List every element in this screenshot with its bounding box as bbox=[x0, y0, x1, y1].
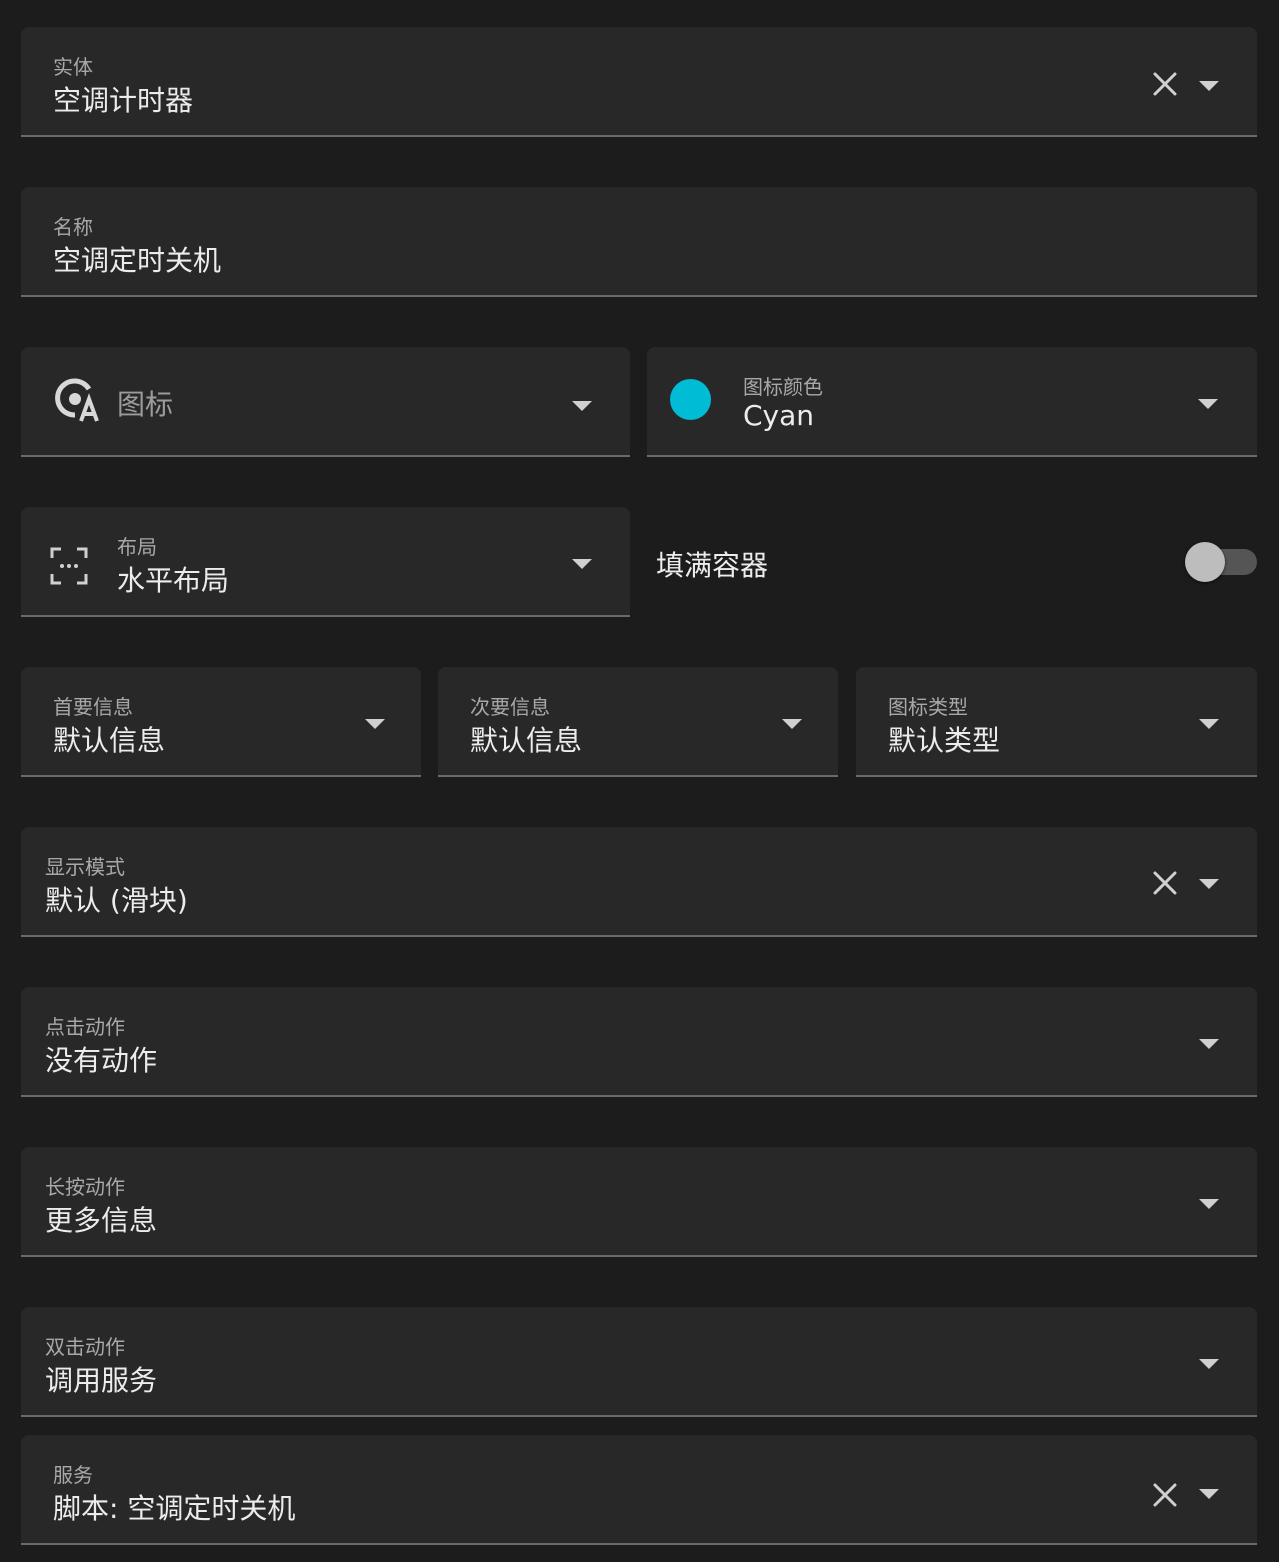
icon-color-value: Cyan bbox=[743, 399, 815, 432]
icon-type-label: 图标类型 bbox=[888, 695, 968, 719]
clear-icon[interactable] bbox=[1152, 71, 1178, 97]
display-mode-value: 默认 (滑块) bbox=[45, 884, 188, 917]
primary-info-picker[interactable]: 首要信息 默认信息 bbox=[21, 667, 421, 777]
chevron-down-icon[interactable] bbox=[1199, 81, 1219, 91]
chevron-down-icon[interactable] bbox=[1198, 399, 1218, 409]
primary-info-value: 默认信息 bbox=[53, 724, 166, 757]
tap-action-label: 点击动作 bbox=[45, 1015, 125, 1039]
entity-value: 空调计时器 bbox=[53, 84, 194, 117]
double-tap-action-label: 双击动作 bbox=[45, 1335, 125, 1359]
chevron-down-icon[interactable] bbox=[572, 559, 592, 569]
hold-action-label: 长按动作 bbox=[45, 1175, 125, 1199]
display-mode-label: 显示模式 bbox=[45, 855, 125, 879]
service-picker[interactable]: 服务 脚本: 空调定时关机 bbox=[21, 1435, 1257, 1545]
chevron-down-icon[interactable] bbox=[782, 719, 802, 729]
chevron-down-icon[interactable] bbox=[1199, 1039, 1219, 1049]
icon-type-value: 默认类型 bbox=[888, 724, 1001, 757]
secondary-info-label: 次要信息 bbox=[470, 695, 550, 719]
icon-type-picker[interactable]: 图标类型 默认类型 bbox=[856, 667, 1257, 777]
color-swatch bbox=[670, 379, 711, 420]
switch-thumb[interactable] bbox=[1185, 542, 1225, 582]
display-mode-picker[interactable]: 显示模式 默认 (滑块) bbox=[21, 827, 1257, 937]
clear-icon[interactable] bbox=[1152, 1482, 1178, 1508]
chevron-down-icon[interactable] bbox=[1199, 879, 1219, 889]
double-tap-action-value: 调用服务 bbox=[45, 1364, 158, 1397]
tap-action-value: 没有动作 bbox=[45, 1044, 158, 1077]
service-value: 脚本: 空调定时关机 bbox=[53, 1492, 296, 1525]
hold-action-value: 更多信息 bbox=[45, 1204, 158, 1237]
chevron-down-icon[interactable] bbox=[1199, 1489, 1219, 1499]
chevron-down-icon[interactable] bbox=[1199, 1199, 1219, 1209]
secondary-info-value: 默认信息 bbox=[470, 724, 583, 757]
chevron-down-icon[interactable] bbox=[572, 401, 592, 411]
icon-placeholder: 图标 bbox=[117, 388, 174, 421]
tap-action-picker[interactable]: 点击动作 没有动作 bbox=[21, 987, 1257, 1097]
chevron-down-icon[interactable] bbox=[1199, 719, 1219, 729]
card-editor: 实体 空调计时器 名称 空调定时关机 图标 图标颜色 Cyan 布局 水平布局 … bbox=[0, 0, 1279, 1562]
chevron-down-icon[interactable] bbox=[1199, 1359, 1219, 1369]
name-field[interactable]: 名称 空调定时关机 bbox=[21, 187, 1257, 297]
hold-action-picker[interactable]: 长按动作 更多信息 bbox=[21, 1147, 1257, 1257]
name-label: 名称 bbox=[53, 215, 93, 239]
entity-picker[interactable]: 实体 空调计时器 bbox=[21, 27, 1257, 137]
fill-container-switch[interactable] bbox=[1185, 542, 1257, 582]
name-value: 空调定时关机 bbox=[53, 244, 222, 277]
icon-picker-icon bbox=[55, 377, 101, 427]
chevron-down-icon[interactable] bbox=[365, 719, 385, 729]
entity-label: 实体 bbox=[53, 55, 93, 79]
clear-icon[interactable] bbox=[1152, 870, 1178, 896]
layout-label: 布局 bbox=[117, 535, 157, 559]
secondary-info-picker[interactable]: 次要信息 默认信息 bbox=[438, 667, 838, 777]
primary-info-label: 首要信息 bbox=[53, 695, 133, 719]
layout-value: 水平布局 bbox=[117, 564, 230, 597]
icon-color-label: 图标颜色 bbox=[743, 375, 823, 399]
layout-picker[interactable]: 布局 水平布局 bbox=[21, 507, 630, 617]
double-tap-action-picker[interactable]: 双击动作 调用服务 bbox=[21, 1307, 1257, 1417]
icon-color-picker[interactable]: 图标颜色 Cyan bbox=[647, 347, 1257, 457]
icon-picker[interactable]: 图标 bbox=[21, 347, 630, 457]
layout-icon bbox=[49, 546, 89, 590]
service-label: 服务 bbox=[53, 1463, 93, 1487]
fill-container-label: 填满容器 bbox=[656, 549, 769, 582]
